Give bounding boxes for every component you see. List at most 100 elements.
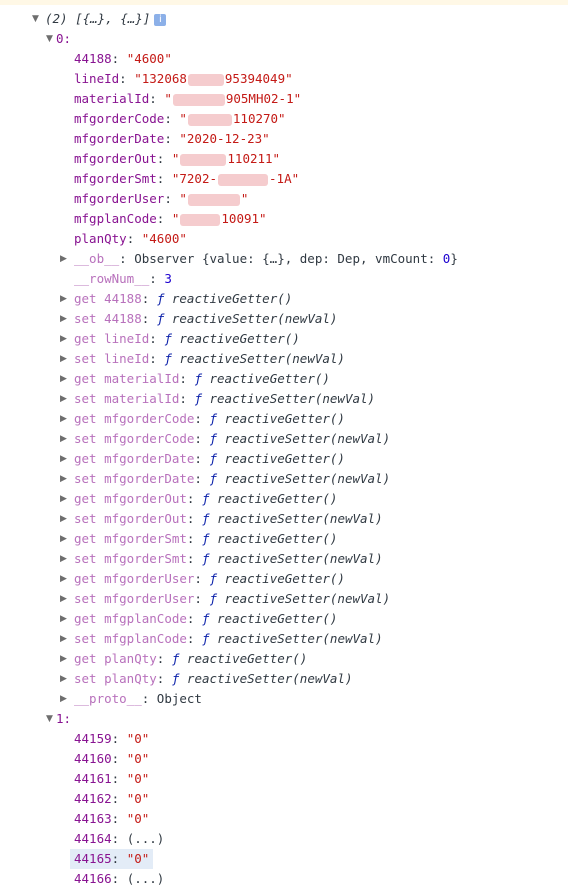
property-row: 44163: "0" [0, 809, 149, 829]
accessor-property: materialId [104, 371, 180, 386]
accessor-row-set[interactable]: ▶ set 44188: ƒ reactiveSetter(newVal) [0, 309, 337, 329]
accessor-row-set[interactable]: ▶ set mfgorderCode: ƒ reactiveSetter(newV… [0, 429, 390, 449]
collapsed-arrow-icon[interactable]: ▶ [60, 669, 70, 689]
accessor-property: mfgorderSmt [104, 551, 187, 566]
collapsed-arrow-icon[interactable]: ▶ [60, 349, 70, 369]
accessor-row-set[interactable]: ▶ set planQty: ƒ reactiveSetter(newVal) [0, 669, 353, 689]
collapsed-arrow-icon[interactable]: ▶ [60, 649, 70, 669]
proto-row[interactable]: ▶ __proto__: Object [0, 689, 202, 709]
collapsed-arrow-icon[interactable]: ▶ [60, 289, 70, 309]
property-value: "2020-12-23" [179, 131, 270, 146]
collapsed-arrow-icon[interactable]: ▶ [60, 569, 70, 589]
property-row[interactable]: 44164: (...) [0, 829, 164, 849]
property-value-end: 95394049" [224, 71, 293, 86]
property-row: materialId: " 905MH02-1" [0, 89, 301, 109]
collapsed-arrow-icon[interactable]: ▶ [60, 589, 70, 609]
property-key: 44160 [74, 751, 112, 766]
property-colon: : [111, 751, 127, 766]
collapsed-arrow-icon[interactable]: ▶ [60, 529, 70, 549]
property-colon: : [156, 171, 172, 186]
function-icon: ƒ [201, 531, 210, 546]
accessor-function: reactiveSetter(newVal) [179, 351, 345, 366]
accessor-row-set[interactable]: ▶ set mfgorderSmt: ƒ reactiveSetter(newVa… [0, 549, 383, 569]
accessor-row-get[interactable]: ▶ get materialId: ƒ reactiveGetter() [0, 369, 330, 389]
accessor-row-set[interactable]: ▶ set mfgplanCode: ƒ reactiveSetter(newVa… [0, 629, 383, 649]
expanded-arrow-icon[interactable]: ▼ [46, 29, 56, 49]
collapsed-arrow-icon[interactable]: ▶ [60, 429, 70, 449]
collapsed-arrow-icon[interactable]: ▶ [60, 449, 70, 469]
accessor-property: mfgorderUser [104, 571, 195, 586]
property-row: lineId: "132068 95394049" [0, 69, 293, 89]
accessor-kind: get [74, 651, 97, 666]
property-value-end: 10091" [221, 211, 267, 226]
collapsed-arrow-icon[interactable]: ▶ [60, 509, 70, 529]
accessor-row-set[interactable]: ▶ set mfgorderDate: ƒ reactiveSetter(newV… [0, 469, 390, 489]
property-key: mfgorderCode [74, 111, 165, 126]
accessor-row-get[interactable]: ▶ get mfgorderSmt: ƒ reactiveGetter() [0, 529, 337, 549]
accessor-row-get[interactable]: ▶ get planQty: ƒ reactiveGetter() [0, 649, 307, 669]
collapsed-arrow-icon[interactable]: ▶ [60, 409, 70, 429]
collapsed-arrow-icon[interactable]: ▶ [60, 329, 70, 349]
accessor-kind: set [74, 631, 97, 646]
accessor-function: reactiveGetter() [186, 651, 308, 666]
accessor-function: reactiveSetter(newVal) [171, 311, 338, 326]
accessor-row-get[interactable]: ▶ get mfgorderDate: ƒ reactiveGetter() [0, 449, 345, 469]
accessor-row-set[interactable]: ▶ set lineId: ƒ reactiveSetter(newVal) [0, 349, 345, 369]
array-index-0-row[interactable]: ▼ 0: [0, 29, 71, 49]
collapsed-arrow-icon[interactable]: ▶ [60, 689, 70, 709]
property-value: "0" [126, 731, 150, 746]
property-row[interactable]: 44166: (...) [0, 869, 164, 889]
array-summary-row[interactable]: ▼ (2) [{…}, {…}] i [0, 9, 167, 29]
collapsed-arrow-icon[interactable]: ▶ [60, 309, 70, 329]
observer-row[interactable]: ▶ __ob__: Observer {value: {…}, dep: Dep,… [0, 249, 458, 269]
collapsed-arrow-icon[interactable]: ▶ [60, 469, 70, 489]
collapsed-arrow-icon[interactable]: ▶ [60, 609, 70, 629]
collapsed-arrow-icon[interactable]: ▶ [60, 249, 70, 269]
array-index-1-row[interactable]: ▼ 1: [0, 709, 71, 729]
accessor-row-set[interactable]: ▶ set materialId: ƒ reactiveSetter(newVal… [0, 389, 375, 409]
colon: : [186, 611, 202, 626]
observer-value: Observer {value: {…}, dep: Dep, vmCount: [134, 251, 443, 266]
accessor-row-get[interactable]: ▶ get lineId: ƒ reactiveGetter() [0, 329, 300, 349]
accessor-row-get[interactable]: ▶ get mfgplanCode: ƒ reactiveGetter() [0, 609, 337, 629]
accessor-property: mfgorderDate [104, 451, 195, 466]
accessor-row-get[interactable]: ▶ get mfgorderCode: ƒ reactiveGetter() [0, 409, 345, 429]
devtools-console-output: ▼ (2) [{…}, {…}] i ▼ 0: 44188: "4600" lineId: … [0, 0, 568, 891]
accessor-row-get[interactable]: ▶ get mfgorderOut: ƒ reactiveGetter() [0, 489, 337, 509]
accessor-row-get[interactable]: ▶ get mfgorderUser: ƒ reactiveGetter() [0, 569, 345, 589]
collapsed-arrow-icon[interactable]: ▶ [60, 629, 70, 649]
collapsed-arrow-icon[interactable]: ▶ [60, 489, 70, 509]
collapsed-arrow-icon[interactable]: ▶ [60, 369, 70, 389]
property-value: "0" [126, 771, 150, 786]
property-key: mfgorderOut [74, 151, 157, 166]
accessor-row-get[interactable]: ▶ get 44188: ƒ reactiveGetter() [0, 289, 292, 309]
accessor-property: mfgorderUser [104, 591, 195, 606]
expanded-arrow-icon[interactable]: ▼ [32, 9, 42, 29]
accessor-function: reactiveSetter(newVal) [224, 591, 391, 606]
property-value: "4600" [141, 231, 187, 246]
collapsed-arrow-icon[interactable]: ▶ [60, 389, 70, 409]
colon: : [141, 291, 157, 306]
accessor-row-set[interactable]: ▶ set mfgorderOut: ƒ reactiveSetter(newVa… [0, 509, 383, 529]
collapsed-arrow-icon[interactable]: ▶ [60, 549, 70, 569]
accessor-row-set[interactable]: ▶ set mfgorderUser: ƒ reactiveSetter(newV… [0, 589, 390, 609]
accessor-kind: get [74, 531, 97, 546]
function-icon: ƒ [194, 371, 202, 386]
colon: : [149, 351, 165, 366]
accessor-kind: set [74, 391, 97, 406]
property-colon: : [156, 151, 172, 166]
expanded-arrow-icon[interactable]: ▼ [46, 709, 56, 729]
accessor-function: reactiveSetter(newVal) [217, 631, 383, 646]
property-value-end: " [240, 191, 249, 206]
accessor-property: planQty [104, 671, 157, 686]
